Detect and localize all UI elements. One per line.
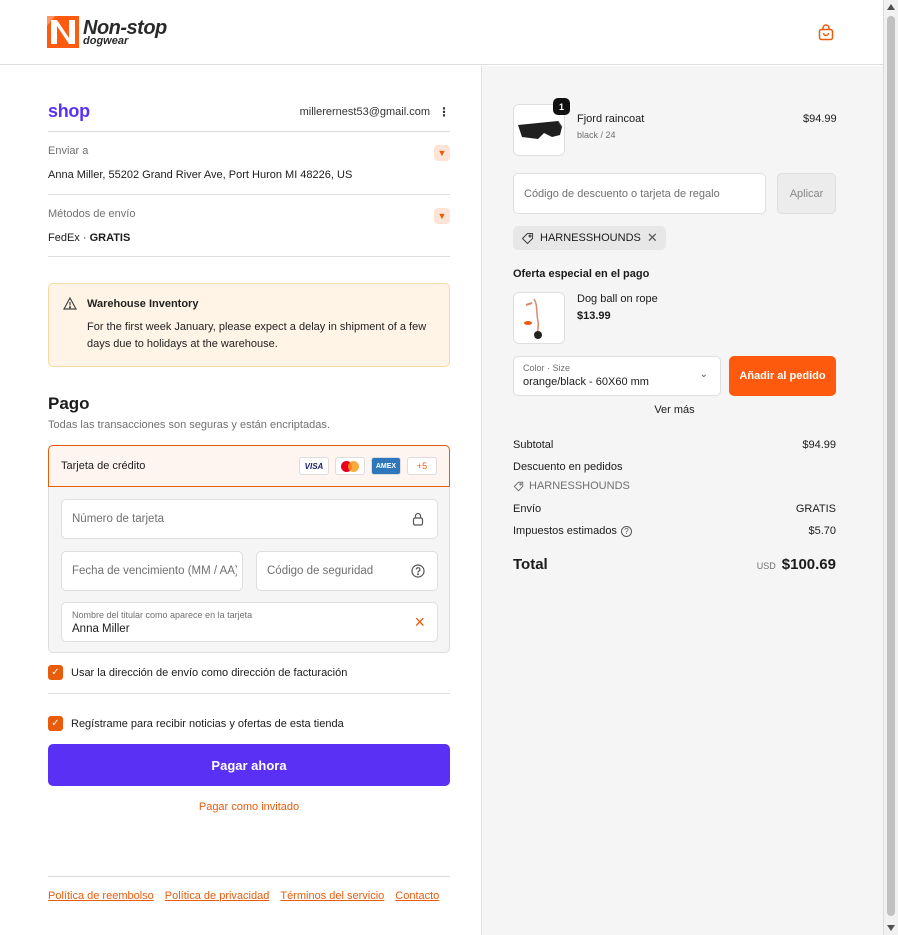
add-to-order-button[interactable]: Añadir al pedido: [729, 356, 836, 396]
special-offer-title: Oferta especial en el pago: [513, 268, 650, 280]
credit-card-option[interactable]: Tarjeta de crédito VISA AMEX +5: [48, 445, 450, 487]
help-icon[interactable]: [411, 564, 425, 578]
chevron-down-icon: ⌄: [699, 369, 708, 380]
ship-to-address: Anna Miller, 55202 Grand River Ave, Port…: [48, 169, 353, 181]
payment-title: Pago: [48, 394, 90, 413]
scrollbar-thumb[interactable]: [887, 16, 895, 916]
pay-now-button[interactable]: Pagar ahora: [48, 744, 450, 786]
shipping-value: GRATIS: [795, 503, 836, 515]
offer-product-name: Dog ball on rope: [577, 293, 658, 305]
see-more-link[interactable]: Ver más: [513, 404, 836, 416]
shipping-method-label: Métodos de envío: [48, 208, 136, 220]
chevron-down-icon[interactable]: ▼: [434, 145, 450, 161]
discount-code-input[interactable]: Código de descuento o tarjeta de regalo: [513, 173, 766, 214]
notice-title: Warehouse Inventory: [87, 298, 199, 310]
remove-discount-icon[interactable]: ✕: [647, 230, 658, 246]
shipping-row: Envío GRATIS: [513, 503, 836, 515]
checkout-form: shop millerernest53@gmail.com ⋮ Enviar a…: [0, 66, 481, 935]
shop-account-row: shop millerernest53@gmail.com ⋮: [48, 101, 450, 122]
tag-icon: [521, 232, 534, 244]
newsletter-checkbox[interactable]: ✓ Regístrame para recibir noticias y ofe…: [48, 716, 344, 731]
help-icon[interactable]: ?: [620, 526, 632, 537]
currency-code: USD: [756, 561, 776, 571]
quantity-badge: 1: [553, 98, 570, 115]
total-label: Total: [513, 556, 548, 573]
credit-card-section: Tarjeta de crédito VISA AMEX +5 Número d…: [48, 445, 450, 653]
contact-link[interactable]: Contacto: [395, 890, 439, 902]
product-name: Fjord raincoat: [577, 113, 645, 125]
divider: [48, 693, 450, 694]
billing-address-checkbox[interactable]: ✓ Usar la dirección de envío como direcc…: [48, 665, 347, 680]
expiry-date-field[interactable]: Fecha de vencimiento (MM / AA): [61, 551, 243, 591]
shipping-method-row[interactable]: Métodos de envío FedEx · GRATIS ▼: [48, 194, 450, 257]
visa-icon: VISA: [299, 457, 329, 475]
payment-subtitle: Todas las transacciones son seguras y es…: [48, 419, 330, 431]
notice-body: For the first week January, please expec…: [87, 321, 427, 350]
tag-icon: [513, 481, 524, 491]
checkbox-checked-icon[interactable]: ✓: [48, 716, 63, 731]
chevron-down-icon[interactable]: ▼: [434, 208, 450, 224]
security-code-field[interactable]: Código de seguridad: [256, 551, 438, 591]
variant-select[interactable]: Color · Size orange/black - 60X60 mm ⌄: [513, 356, 721, 396]
credit-card-label: Tarjeta de crédito: [61, 460, 146, 472]
total-amount: $100.69: [781, 556, 836, 573]
tax-row: Impuestos estimados? $5.70: [513, 525, 836, 537]
warning-icon: [63, 297, 77, 310]
clear-icon[interactable]: ×: [414, 613, 425, 631]
offer-product-image: [513, 292, 565, 344]
shipping-price: GRATIS: [89, 232, 131, 244]
applied-discount-tag: HARNESSHOUNDS ✕: [513, 226, 666, 250]
shipping-method-value: FedEx · GRATIS: [48, 232, 131, 244]
mastercard-icon: [335, 457, 365, 475]
card-number-field[interactable]: Número de tarjeta: [61, 499, 438, 539]
warehouse-notice: Warehouse Inventory For the first week J…: [48, 283, 450, 367]
account-email: millerernest53@gmail.com: [299, 105, 430, 118]
brand-logo[interactable]: Non-stop dogwear: [47, 16, 167, 48]
more-brands-badge[interactable]: +5: [407, 457, 437, 475]
shop-pay-logo: shop: [48, 101, 90, 121]
amex-icon: AMEX: [371, 457, 401, 475]
ship-to-label: Enviar a: [48, 145, 89, 157]
checkbox-checked-icon[interactable]: ✓: [48, 665, 63, 680]
terms-of-service-link[interactable]: Términos del servicio: [280, 890, 384, 902]
product-price: $94.99: [803, 113, 837, 125]
summary-discount-code: HARNESSHOUNDS: [513, 480, 630, 492]
subtotal-value: $94.99: [802, 439, 836, 451]
cardholder-name-field[interactable]: Nombre del titular como aparece en la ta…: [61, 602, 438, 642]
more-options-icon[interactable]: ⋮: [438, 105, 450, 119]
discount-code-label: HARNESSHOUNDS: [540, 232, 641, 244]
apply-discount-button[interactable]: Aplicar: [777, 173, 836, 214]
privacy-policy-link[interactable]: Política de privacidad: [165, 890, 270, 902]
tax-value: $5.70: [808, 525, 836, 537]
shopping-bag-icon[interactable]: [817, 24, 835, 42]
total-row: Total USD $100.69: [513, 556, 836, 573]
scroll-up-icon[interactable]: [887, 4, 895, 10]
lock-icon: [412, 512, 424, 526]
subtotal-row: Subtotal $94.99: [513, 439, 836, 451]
scroll-down-icon[interactable]: [887, 925, 895, 931]
offer-product-price: $13.99: [577, 310, 611, 322]
product-variant: black / 24: [577, 130, 616, 140]
guest-checkout-link[interactable]: Pagar como invitado: [48, 801, 450, 813]
order-summary: 1 Fjord raincoat black / 24 $94.99 Códig…: [481, 66, 883, 935]
footer-links: Política de reembolso Política de privac…: [48, 876, 450, 902]
ship-to-row[interactable]: Enviar a Anna Miller, 55202 Grand River …: [48, 131, 450, 194]
discount-row: Descuento en pedidos: [513, 461, 623, 473]
refund-policy-link[interactable]: Política de reembolso: [48, 890, 154, 902]
site-header: Non-stop dogwear: [0, 0, 883, 65]
scrollbar[interactable]: [883, 0, 898, 935]
logo-mark-icon: [47, 16, 79, 48]
